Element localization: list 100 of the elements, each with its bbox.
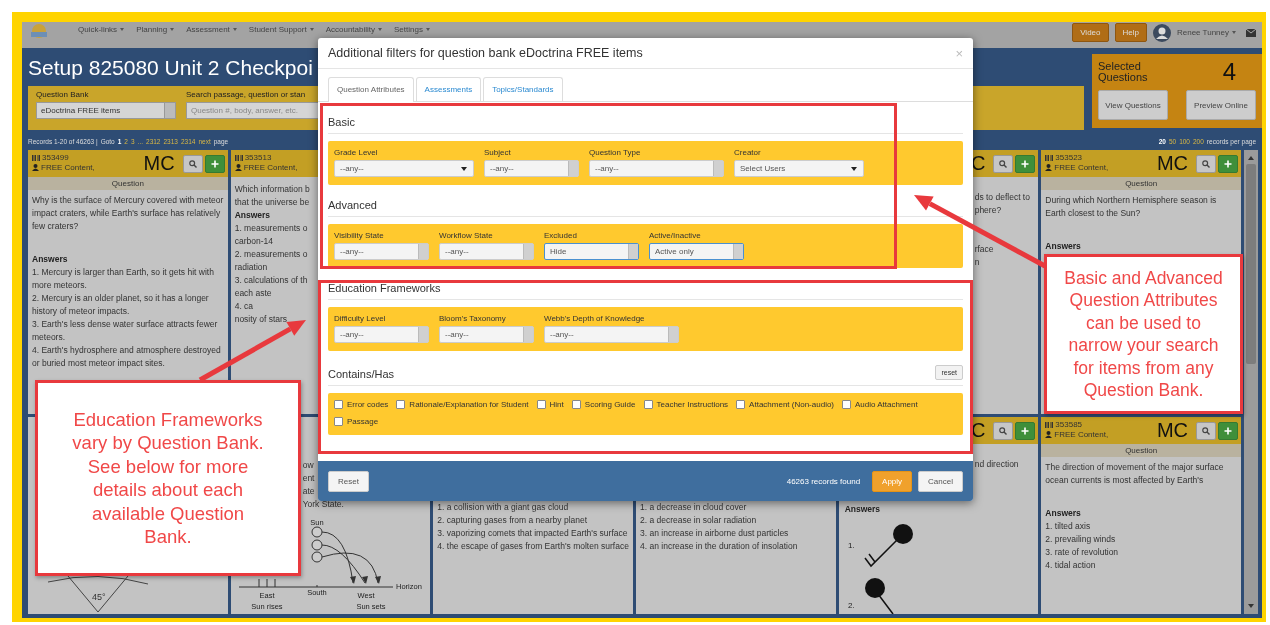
- filter-select[interactable]: --any--: [334, 160, 474, 177]
- add-button[interactable]: [1015, 154, 1036, 173]
- checkbox-option[interactable]: Error codes: [334, 400, 389, 409]
- question-type: MC: [1156, 152, 1188, 175]
- owner-label: FREE Content,: [1054, 430, 1109, 439]
- filter-select[interactable]: --any--: [439, 243, 534, 260]
- filter-label: Creator: [734, 148, 762, 157]
- checkbox[interactable]: [536, 400, 546, 409]
- dropdown-handle-icon: [568, 161, 578, 176]
- checkbox-option[interactable]: Hint: [536, 400, 564, 409]
- add-button[interactable]: [204, 154, 225, 173]
- filter-select[interactable]: Active only: [649, 243, 744, 260]
- filter-select[interactable]: --any--: [484, 160, 579, 177]
- answer-text: 4. tidal action: [1045, 559, 1097, 572]
- answer-text: 4. the escape of gases from Earth's molten surface: [437, 540, 629, 553]
- tab[interactable]: Topics/Standards: [483, 77, 563, 101]
- dropdown-handle-icon: [164, 103, 175, 118]
- dropdown-handle-icon: [628, 244, 638, 259]
- tab[interactable]: Assessments: [415, 77, 482, 101]
- answer-text: 2. Mercury is an older planet, so it has a longer history of meteor impacts.: [32, 292, 210, 318]
- checkbox[interactable]: [842, 400, 852, 409]
- menu-item[interactable]: Assessment: [186, 25, 237, 34]
- menu-item[interactable]: Quick-links: [78, 25, 125, 34]
- plus-icon: [210, 159, 219, 168]
- menu-item[interactable]: Accountability: [325, 25, 383, 34]
- filter-label: Workflow State: [439, 231, 494, 240]
- question-text: Why is the surface of Mercury covered with meteor impact craters, while Earth's surface has relatively few craters?: [32, 194, 224, 233]
- search-button[interactable]: [182, 154, 203, 173]
- filter-label: Excluded: [544, 231, 578, 240]
- dialog-title: Additional filters for question bank eDoctrina FREE items: [328, 46, 643, 60]
- panel-button[interactable]: View Questions: [1098, 90, 1168, 120]
- dropdown-handle-icon: [733, 244, 743, 259]
- search-icon: [1202, 159, 1210, 168]
- question-text: that the universe be: [234, 196, 310, 209]
- checkbox[interactable]: [396, 400, 406, 409]
- section-heading: Education Frameworks: [328, 282, 441, 294]
- checkbox-option[interactable]: Passage: [334, 417, 379, 426]
- filter-select[interactable]: --any--: [439, 326, 534, 343]
- checkbox[interactable]: [571, 400, 581, 409]
- checkbox-option[interactable]: Audio Attachment: [842, 400, 918, 409]
- scroll-down-arrow-icon[interactable]: [1248, 604, 1254, 608]
- envelope-icon: [1246, 28, 1256, 37]
- checkbox-option[interactable]: Teacher Instructions: [643, 400, 729, 409]
- menu-item[interactable]: Settings: [394, 25, 430, 34]
- scrollbar-thumb[interactable]: [1246, 164, 1256, 364]
- question-id: 353585: [1055, 420, 1083, 429]
- question-bank-select[interactable]: eDoctrina FREE items: [36, 102, 176, 119]
- checkbox-option[interactable]: Attachment (Non-audio): [736, 400, 835, 409]
- reset-button[interactable]: Reset: [328, 470, 369, 492]
- question-type: MC: [143, 152, 175, 175]
- answer-text: 3. rate of revolution: [1045, 546, 1120, 559]
- scroll-up-arrow-icon[interactable]: [1248, 156, 1254, 160]
- dropdown-handle-icon: [418, 244, 428, 259]
- angle-label: 45°: [92, 592, 106, 602]
- filter-select[interactable]: --any--: [589, 160, 724, 177]
- answer-text: 4. ca: [234, 300, 254, 313]
- filter-select[interactable]: --any--: [334, 243, 429, 260]
- cancel-button[interactable]: Cancel: [918, 470, 963, 492]
- search-button[interactable]: [993, 421, 1014, 440]
- plus-icon: [1224, 159, 1232, 168]
- question-text: ds to deflect to: [974, 191, 1030, 204]
- filter-select[interactable]: --any--: [334, 326, 429, 343]
- checkbox-option[interactable]: Rationale/Explanation for Student: [396, 400, 529, 409]
- search-button[interactable]: [1196, 421, 1216, 440]
- barcode-icon: [1045, 154, 1054, 161]
- answer-text: 2. a decrease in solar radiation: [640, 514, 758, 527]
- checkbox-option[interactable]: Scoring Guide: [571, 400, 636, 409]
- checkbox[interactable]: [334, 400, 343, 409]
- callout-note: Basic and Advanced Question Attributes can be used to narrow your search for items from any Question Bank.: [1044, 254, 1243, 414]
- add-button[interactable]: [1218, 154, 1238, 173]
- filter-label: Subject: [484, 148, 512, 157]
- scrollbar[interactable]: [1244, 150, 1258, 614]
- user-menu[interactable]: Renee Tunney: [1176, 28, 1236, 37]
- checkbox[interactable]: [334, 417, 343, 426]
- dropdown-handle-icon: [713, 161, 723, 176]
- caret-icon: [170, 28, 175, 31]
- checkbox[interactable]: [736, 400, 746, 409]
- tab[interactable]: Question Attributes: [328, 77, 414, 102]
- answer-text: nosity of stars: [234, 313, 288, 326]
- filter-select[interactable]: --any--: [544, 326, 679, 343]
- search-button[interactable]: [993, 154, 1014, 173]
- filter-label: Bloom's Taxonomy: [439, 314, 507, 323]
- filter-label: Webb's Depth of Knowledge: [544, 314, 646, 323]
- filter-label: Difficulty Level: [334, 314, 387, 323]
- section-heading: Basic: [328, 116, 355, 128]
- plus-icon: [1021, 159, 1030, 168]
- add-button[interactable]: [1015, 421, 1036, 440]
- question-text: ow: [302, 459, 314, 472]
- panel-button[interactable]: Preview Online: [1186, 90, 1256, 120]
- checkbox[interactable]: [643, 400, 653, 409]
- filter-select[interactable]: Hide: [544, 243, 639, 260]
- answer-text: carbon-14: [234, 235, 273, 248]
- answer-text: 2. measurements o: [234, 248, 308, 261]
- add-button[interactable]: [1218, 421, 1238, 440]
- filter-select[interactable]: Select Users: [734, 160, 864, 177]
- menu-item[interactable]: Student Support: [248, 25, 314, 34]
- person-icon: [234, 164, 242, 171]
- search-button[interactable]: [1196, 154, 1216, 173]
- menu-item[interactable]: Planning: [136, 25, 175, 34]
- search-icon: [188, 159, 197, 168]
